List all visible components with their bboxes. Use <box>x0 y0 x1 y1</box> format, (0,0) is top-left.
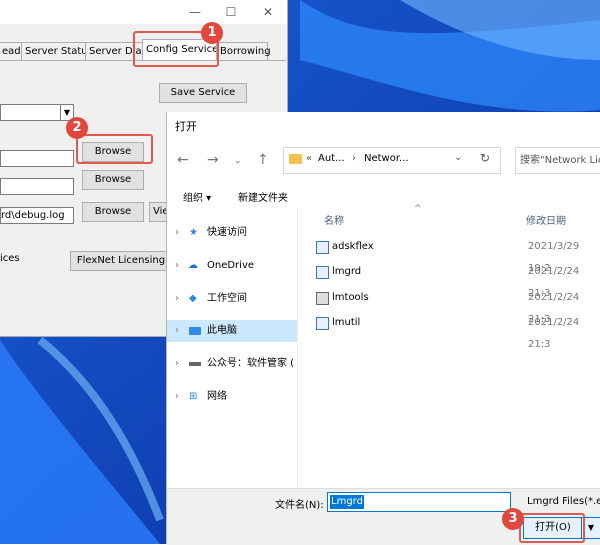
computer-icon <box>189 327 201 335</box>
debug-log-field[interactable]: rd\debug.log <box>0 207 74 224</box>
step-badge-1: 1 <box>201 22 223 44</box>
service-name-combo[interactable] <box>0 104 62 121</box>
drive-icon <box>189 362 201 366</box>
filename-label: 文件名(N): <box>275 500 324 511</box>
folder-icon <box>289 154 302 164</box>
maximize-icon[interactable]: ☐ <box>218 3 244 21</box>
refresh-icon[interactable]: ↻ <box>480 151 490 165</box>
address-segment-autodesk[interactable]: Aut... <box>318 153 345 164</box>
highlight-open-button <box>519 513 585 543</box>
address-segment-network[interactable]: Networ... <box>364 153 409 164</box>
lmgrd-path-field[interactable] <box>0 150 74 167</box>
expand-chevron-icon[interactable]: › <box>175 353 179 375</box>
step-badge-3: 3 <box>502 508 524 530</box>
forward-arrow-icon[interactable]: → <box>207 152 219 168</box>
star-icon: ★ <box>189 227 198 238</box>
exe-file-icon <box>316 266 329 279</box>
organize-menu[interactable]: 组织 ▾ <box>183 189 211 204</box>
expand-chevron-icon[interactable]: › <box>175 222 179 244</box>
nav-item-onedrive[interactable]: › ☁ OneDrive <box>167 255 297 277</box>
browse-debug-button[interactable]: Browse <box>82 202 144 222</box>
search-input[interactable]: 搜索"Network Lic <box>515 147 600 174</box>
minimize-icon[interactable]: — <box>182 3 208 21</box>
highlight-browse <box>76 134 153 164</box>
browse-license-button[interactable]: Browse <box>82 170 144 190</box>
expand-chevron-icon[interactable]: › <box>175 386 179 408</box>
navigation-pane: › ★ 快速访问 › ☁ OneDrive › ◆ 工作空间 › 此电脑 › 公… <box>167 208 297 488</box>
back-arrow-icon[interactable]: ← <box>177 152 189 168</box>
file-list: ^ 名称 修改日期 adskflex 2021/3/29 19:2 lmgrd … <box>297 204 600 488</box>
nav-item-drive[interactable]: › 公众号：软件管家 ( <box>167 353 297 375</box>
file-type-filter[interactable]: Lmgrd Files(*.ex <box>527 496 600 507</box>
address-bar[interactable]: « Aut... › Networ... ⌄ ↻ <box>283 147 501 174</box>
filename-selected-text: Lmgrd <box>330 495 364 509</box>
network-icon: ⊞ <box>189 391 198 402</box>
step-badge-2: 2 <box>66 117 88 139</box>
workspace-icon: ◆ <box>189 293 197 304</box>
up-arrow-icon[interactable]: ↑ <box>257 152 269 168</box>
command-bar: 组织 ▾ 新建文件夹 <box>167 184 600 208</box>
tab-borrowing[interactable]: Borrowing <box>216 42 271 60</box>
tab-server-status[interactable]: Server Status <box>21 42 93 60</box>
close-icon[interactable]: ✕ <box>255 3 281 21</box>
save-service-button[interactable]: Save Service <box>159 83 247 103</box>
expand-chevron-icon[interactable]: › <box>175 320 179 342</box>
lmtools-app-icon <box>316 292 329 305</box>
exe-file-icon <box>316 317 329 330</box>
file-row[interactable]: lmtools 2021/2/24 21:3 <box>298 287 600 325</box>
filename-input[interactable]: Lmgrd <box>327 492 511 512</box>
nav-item-this-pc[interactable]: › 此电脑 <box>167 320 297 342</box>
cloud-icon: ☁ <box>188 260 198 271</box>
column-header-date[interactable]: 修改日期 <box>526 212 566 227</box>
file-row[interactable]: lmgrd 2021/2/24 21:3 <box>298 261 600 299</box>
dialog-title: 打开 <box>175 120 197 133</box>
flexnet-licensing-button[interactable]: FlexNet Licensing <box>70 251 172 271</box>
file-row[interactable]: lmutil 2021/2/24 21:3 <box>298 312 600 350</box>
title-bar: — ☐ ✕ <box>0 0 287 24</box>
nav-item-quick-access[interactable]: › ★ 快速访问 <box>167 222 297 244</box>
recent-chevron-icon[interactable]: ⌄ <box>234 156 242 166</box>
services-label: ices <box>0 253 20 264</box>
expand-chevron-icon[interactable]: › <box>175 288 179 310</box>
column-header-name[interactable]: 名称 <box>324 212 344 227</box>
nav-item-workspace[interactable]: › ◆ 工作空间 <box>167 288 297 310</box>
open-file-dialog: 打开 ← → ⌄ ↑ « Aut... › Networ... ⌄ ↻ 搜索"N… <box>166 112 600 545</box>
navigation-bar: ← → ⌄ ↑ « Aut... › Networ... ⌄ ↻ 搜索"Netw… <box>167 144 600 176</box>
license-file-field[interactable] <box>0 178 74 195</box>
address-dropdown-icon[interactable]: ⌄ <box>454 152 462 163</box>
exe-file-icon <box>316 241 329 254</box>
file-row[interactable]: adskflex 2021/3/29 19:2 <box>298 236 600 274</box>
new-folder-button[interactable]: 新建文件夹 <box>238 189 288 204</box>
sort-indicator-icon: ^ <box>414 204 422 214</box>
address-separator: › <box>352 153 356 164</box>
address-overflow: « <box>306 153 313 164</box>
expand-chevron-icon[interactable]: › <box>175 255 179 277</box>
nav-item-network[interactable]: › ⊞ 网络 <box>167 386 297 408</box>
